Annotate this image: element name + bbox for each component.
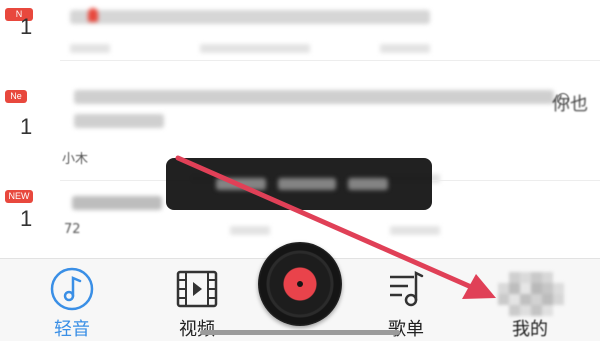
tab-label: 视频 xyxy=(179,319,215,340)
toast-message xyxy=(166,158,432,210)
author-name: 小木 xyxy=(62,152,89,167)
user-heart-icon xyxy=(498,272,564,336)
song-feed: N 1 Ne 1 你也 小木 NEW 1 72 xyxy=(0,0,600,258)
new-badge: NEW xyxy=(5,190,33,203)
title-line xyxy=(70,10,430,24)
new-badge: Ne xyxy=(5,90,27,103)
song-title-tail: 你也 xyxy=(552,94,588,115)
tab-label: 轻音 xyxy=(54,319,90,340)
tab-light-music[interactable]: 轻音 xyxy=(32,267,112,341)
music-note-icon xyxy=(50,267,94,311)
video-film-icon xyxy=(176,270,218,308)
vinyl-disc-icon[interactable] xyxy=(258,242,342,326)
heart-icon xyxy=(88,8,98,22)
rank-number: 1 xyxy=(20,206,33,231)
title-line xyxy=(72,196,162,210)
title-line xyxy=(74,90,554,104)
author-name: 72 xyxy=(64,222,81,237)
rank-number: 1 xyxy=(20,14,33,39)
rank-number: 1 xyxy=(20,114,33,139)
tab-label: 歌单 xyxy=(388,319,424,340)
playlist-icon xyxy=(390,270,424,307)
play-icon[interactable] xyxy=(557,93,569,105)
home-indicator xyxy=(200,330,400,335)
